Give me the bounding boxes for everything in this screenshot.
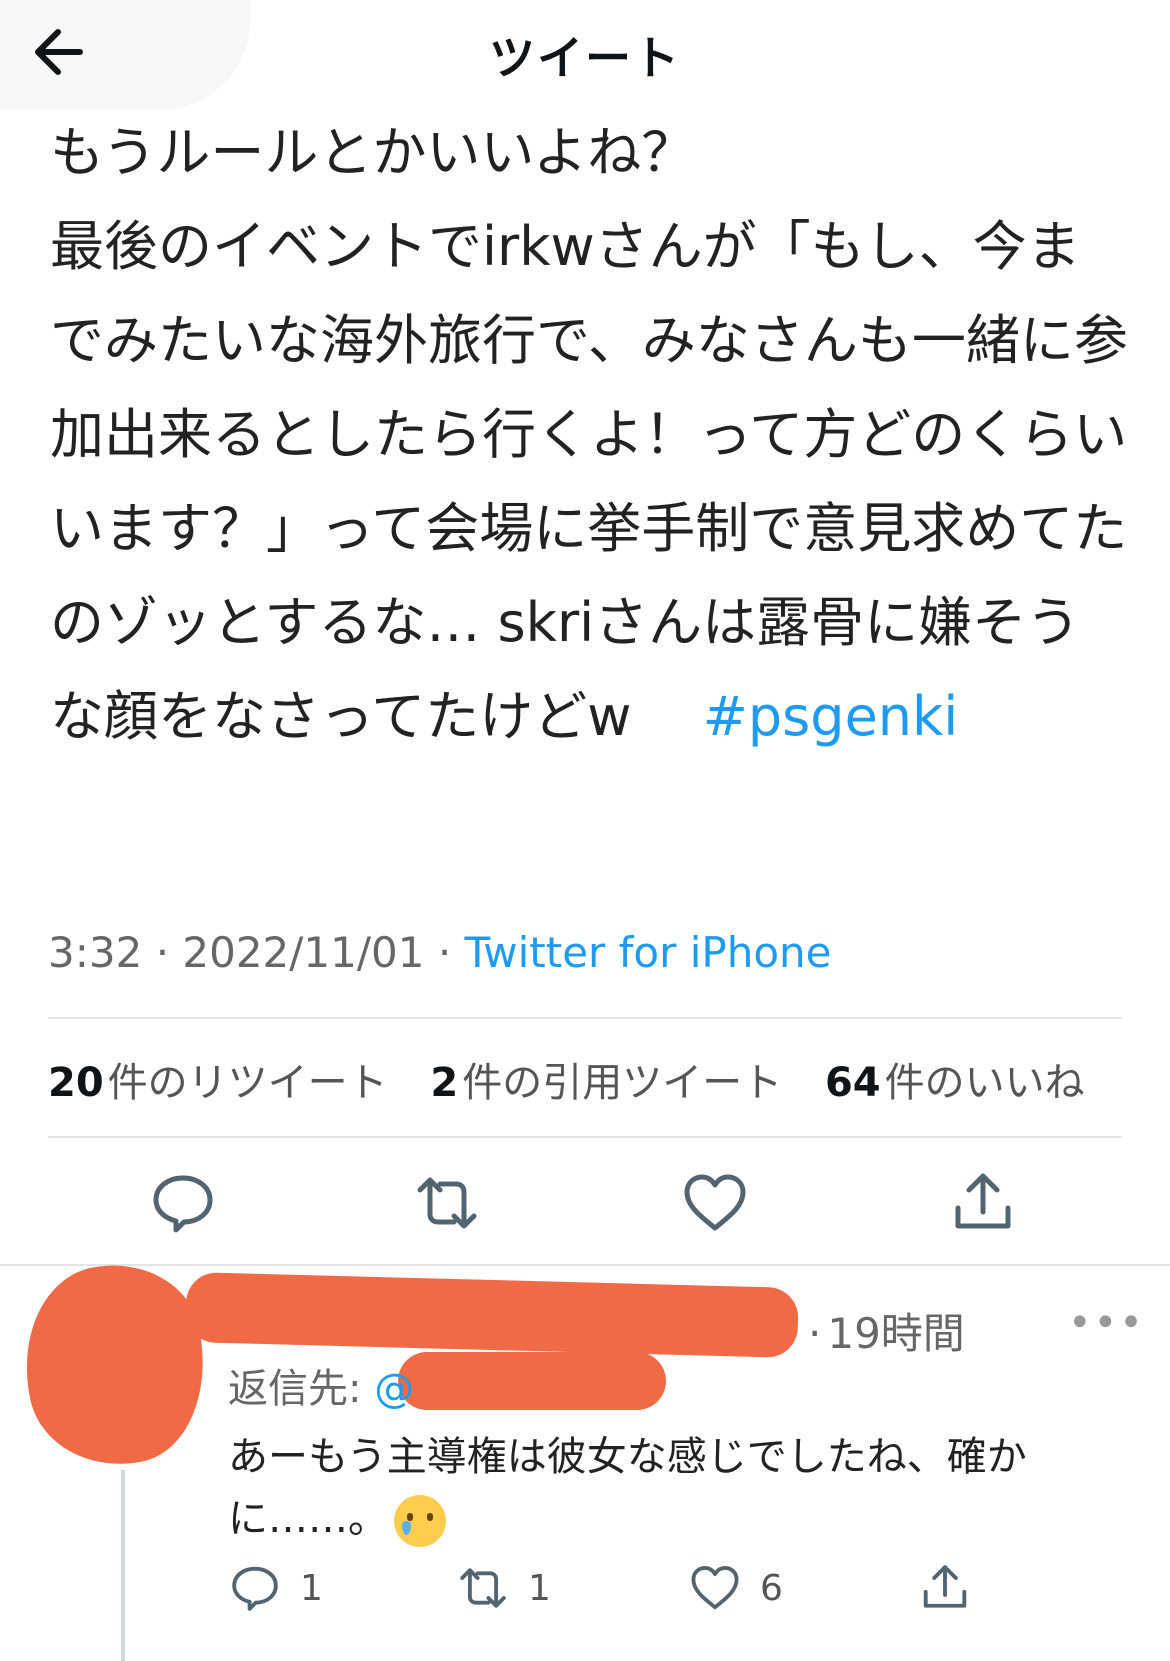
meta-separator: · — [437, 928, 465, 977]
retweets-count: 20 — [48, 1060, 104, 1106]
handle-redaction — [398, 1352, 666, 1410]
likes-stat[interactable]: 64 件のいいね — [825, 1050, 1085, 1108]
reply-button[interactable] — [148, 1168, 218, 1238]
heart-icon — [691, 1566, 739, 1610]
tweet-action-bar — [0, 1168, 1170, 1238]
like-button[interactable] — [680, 1168, 750, 1238]
tweet-date: 2022/11/01 — [182, 928, 425, 977]
more-options-button[interactable]: ••• — [1068, 1300, 1145, 1346]
speech-bubble-icon — [232, 1566, 278, 1611]
divider — [48, 1136, 1122, 1138]
retweets-label: 件のリツイート — [107, 1060, 388, 1106]
reply-reply-button[interactable]: 1 — [228, 1558, 323, 1618]
tweet-text: もうルールとかいいよね？ 最後のイベントでirkwさんが「もし、今までみたいな海… — [50, 106, 1130, 764]
like-count: 6 — [760, 1567, 783, 1609]
reply-to-label: 返信先: — [228, 1366, 362, 1412]
reply-text: あーもう主導権は彼女な感じでしたね、確かに……。 — [228, 1426, 1108, 1550]
reply-body-text: あーもう主導権は彼女な感じでしたね、確かに……。 — [228, 1434, 1027, 1542]
reply-timestamp: · 19時間 — [808, 1300, 965, 1361]
tweet-body-text: もうルールとかいいよね？ 最後のイベントでirkwさんが「もし、今までみたいな海… — [50, 121, 1128, 748]
quotes-label: 件の引用ツイート — [462, 1060, 783, 1106]
reply-count: 1 — [300, 1567, 323, 1609]
tweet-time: 3:32 — [48, 928, 143, 977]
meta-separator: · — [155, 928, 183, 977]
thread-line — [121, 1470, 125, 1661]
meta-separator: · — [808, 1309, 822, 1358]
section-divider — [0, 1264, 1170, 1266]
reply-share-button[interactable] — [918, 1558, 972, 1618]
reply-retweet-button[interactable]: 1 — [456, 1558, 551, 1618]
crying-face-icon — [394, 1495, 446, 1547]
retweets-stat[interactable]: 20 件のリツイート — [48, 1050, 388, 1108]
reply-like-button[interactable]: 6 — [688, 1558, 783, 1618]
tweet-detail-page: ツイート もうルールとかいいよね？ 最後のイベントでirkwさんが「もし、今まで… — [0, 0, 1170, 1661]
hashtag-link[interactable]: #psgenki — [703, 685, 959, 748]
likes-label: 件のいいね — [884, 1060, 1085, 1106]
likes-count: 64 — [824, 1060, 881, 1106]
reply-to-handle[interactable]: @ — [374, 1366, 414, 1412]
share-upload-icon — [955, 1173, 1011, 1229]
tweet-meta: 3:32 · 2022/11/01 · Twitter for iPhone — [48, 928, 832, 977]
divider — [48, 1017, 1122, 1019]
avatar[interactable] — [80, 1305, 188, 1455]
username-redaction — [185, 1272, 799, 1358]
retweet-arrows-icon — [417, 1177, 477, 1229]
heart-icon — [684, 1174, 746, 1231]
top-bar: ツイート — [0, 0, 1170, 110]
reply-time: 19時間 — [827, 1309, 965, 1358]
page-title: ツイート — [489, 31, 681, 85]
speech-bubble-icon — [153, 1175, 213, 1233]
tweet-stats: 20 件のリツイート 2 件の引用ツイート 64 件のいいね — [48, 1050, 1115, 1108]
tweet-source-link[interactable]: Twitter for iPhone — [465, 928, 832, 977]
share-button[interactable] — [948, 1168, 1018, 1238]
retweet-button[interactable] — [412, 1168, 482, 1238]
quotes-stat[interactable]: 2 件の引用ツイート — [430, 1050, 782, 1108]
more-dots-icon: ••• — [1068, 1300, 1145, 1346]
retweet-arrows-icon — [460, 1568, 506, 1608]
share-upload-icon — [923, 1565, 967, 1608]
retweet-count: 1 — [528, 1567, 551, 1609]
reply-action-bar: 1 1 6 — [228, 1558, 1128, 1618]
reply-to-line: 返信先: @ — [228, 1356, 414, 1414]
quotes-count: 2 — [430, 1060, 459, 1106]
